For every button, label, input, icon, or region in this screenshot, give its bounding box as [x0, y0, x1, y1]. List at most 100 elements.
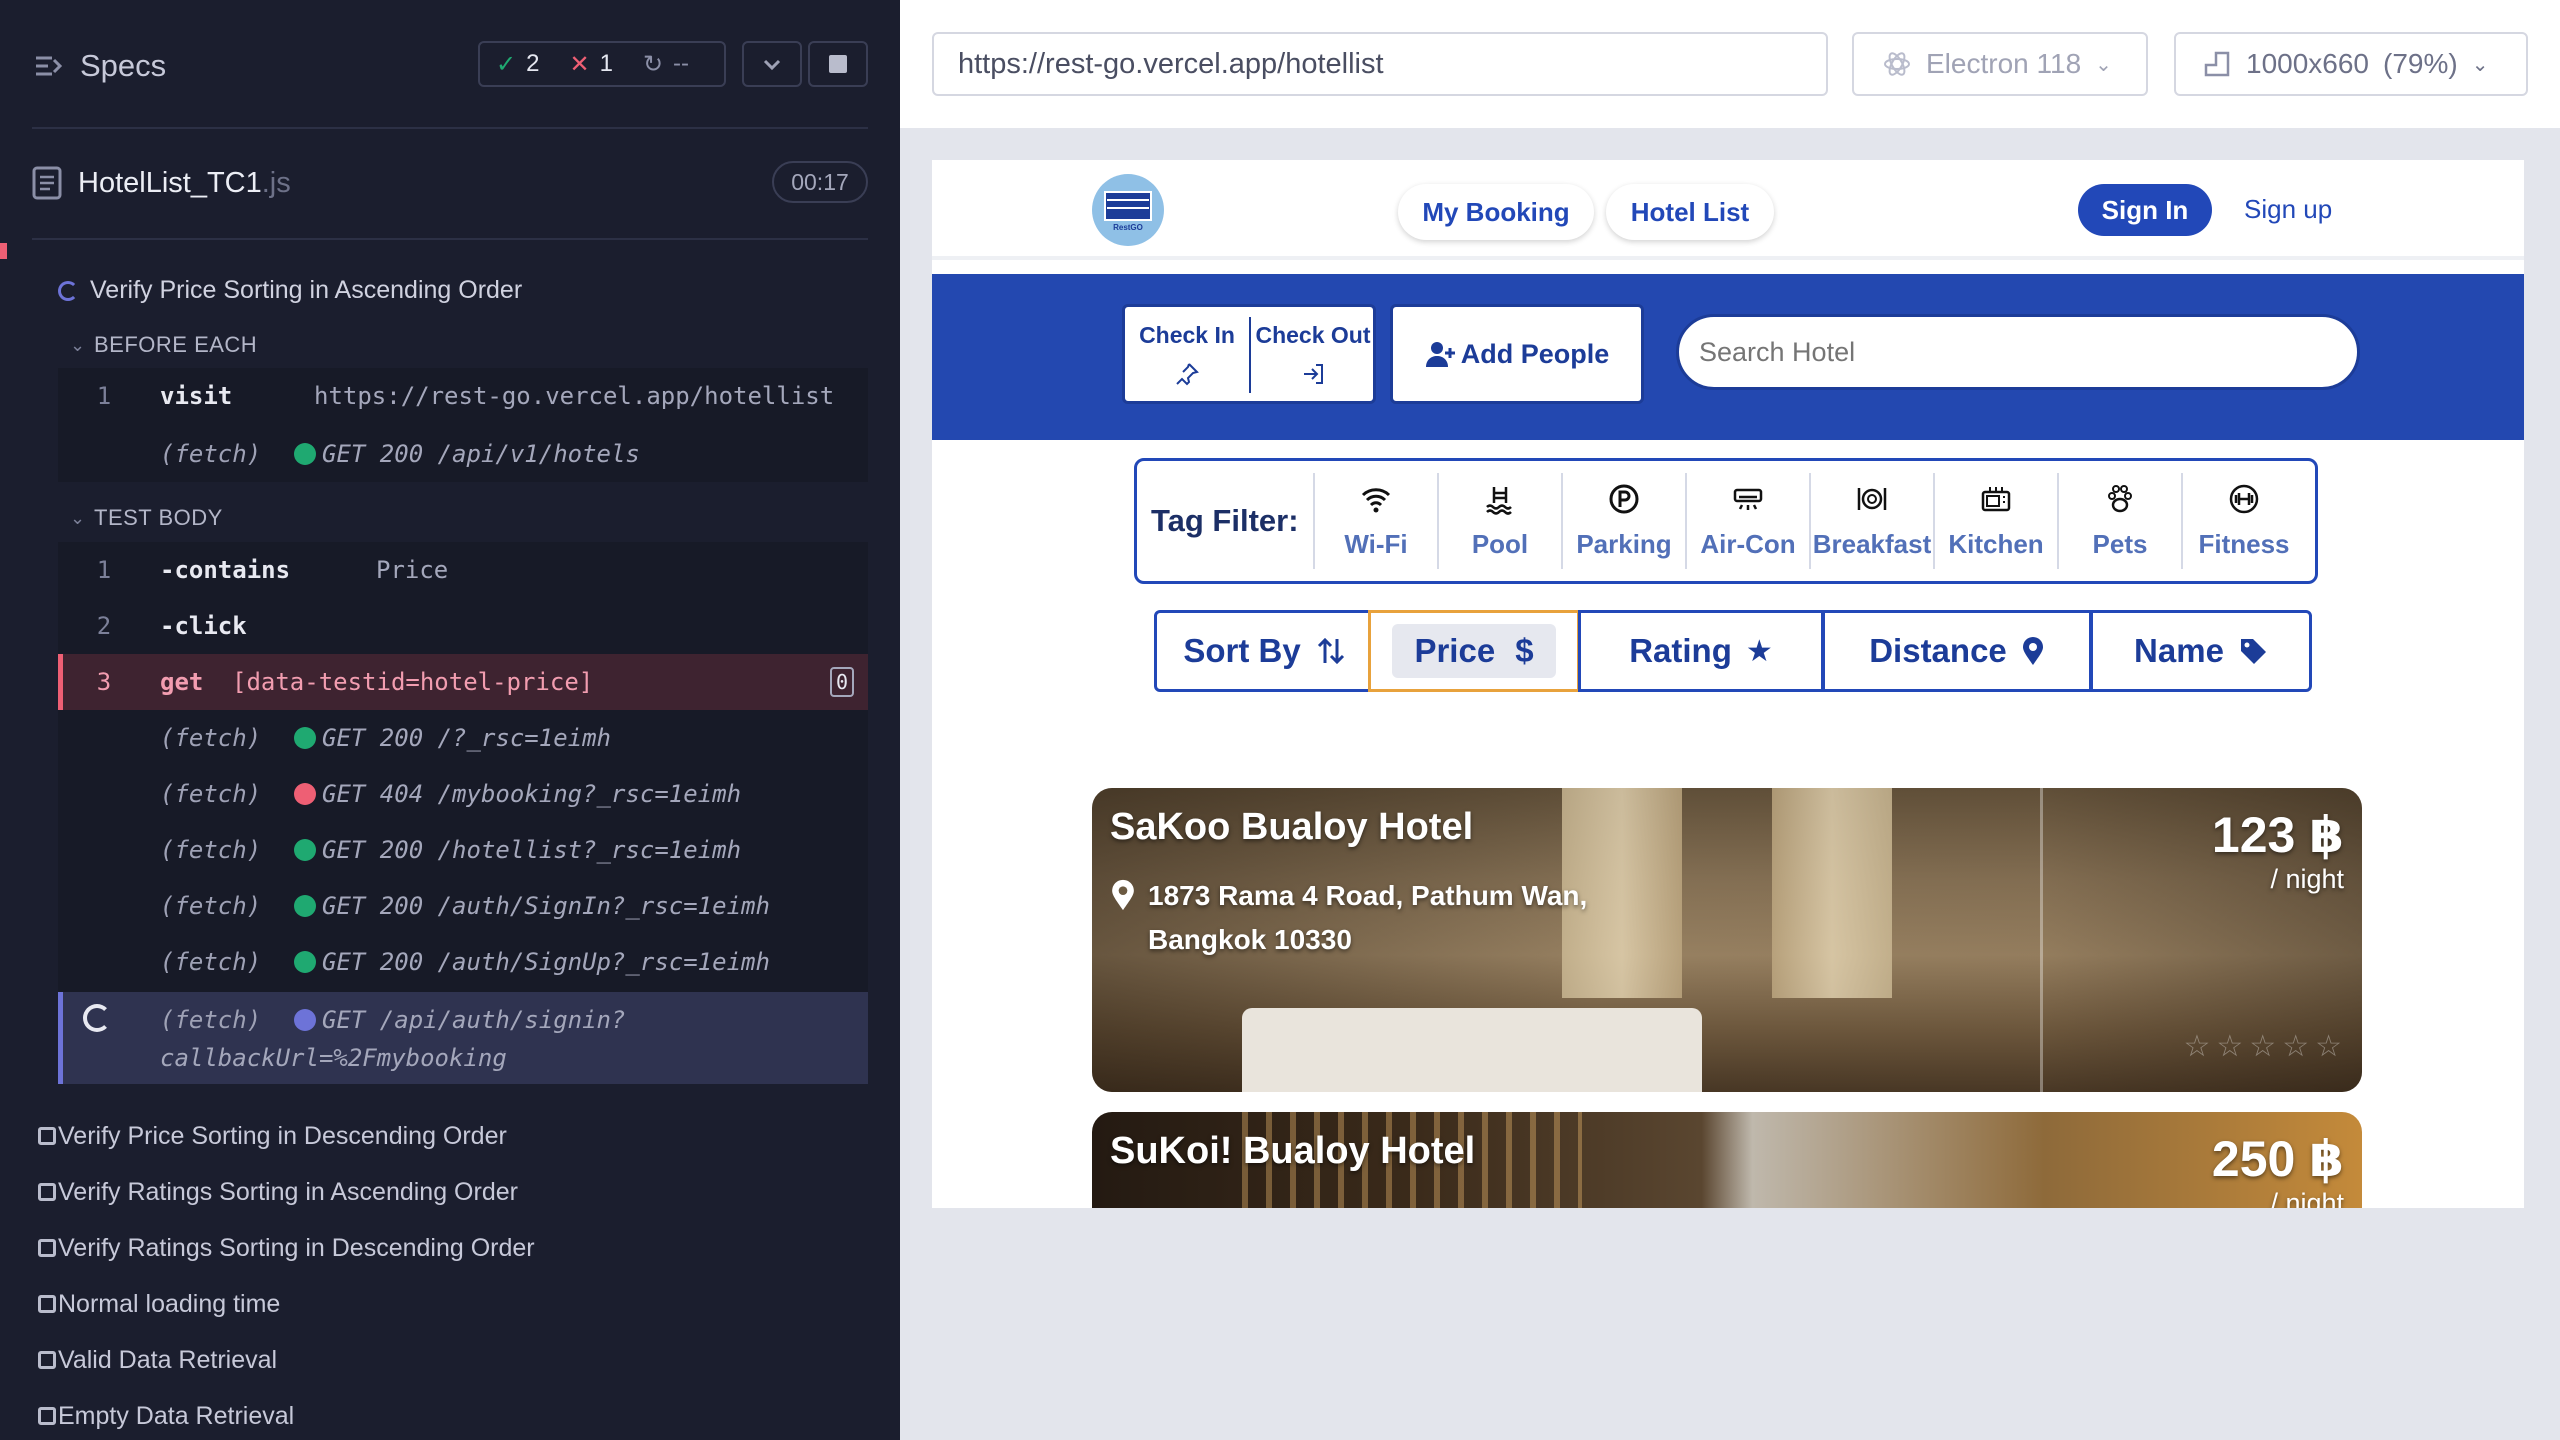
viewport-info[interactable]: 1000x660 (79%) ⌄ — [2174, 32, 2528, 96]
specs-header[interactable]: Specs — [32, 44, 166, 88]
command-row[interactable]: (fetch) GET 200 /auth/SignIn?_rsc=1eimh — [58, 878, 868, 934]
test-title: Empty Data Retrieval — [58, 1401, 295, 1430]
rating-stars: ☆ ☆ ☆ ☆ ☆ — [2183, 1029, 2342, 1064]
hotel-list-link[interactable]: Hotel List — [1606, 184, 1774, 240]
sort-distance-button[interactable]: Distance — [1822, 610, 2092, 692]
cmd-number: 3 — [96, 668, 112, 696]
command-row[interactable]: 1 visit https://rest-go.vercel.app/hotel… — [58, 368, 868, 424]
spec-file-name: HotelList_TC1 — [78, 166, 262, 199]
chevron-down-icon: ⌄ — [70, 334, 86, 355]
tag-label: Fitness — [2198, 528, 2290, 559]
tag-pool[interactable]: Pool — [1437, 473, 1561, 569]
sort-arrows-icon — [1317, 637, 1344, 665]
sort-price-button[interactable]: Price $ — [1368, 610, 1580, 692]
sort-option-label: Rating — [1629, 632, 1732, 669]
command-row[interactable]: (fetch) GET 200 /?_rsc=1eimh — [58, 710, 868, 766]
tag-label: Pets — [2092, 528, 2148, 559]
document-icon — [32, 166, 62, 200]
chevron-down-icon: ⌄ — [2471, 53, 2489, 76]
active-command-row[interactable]: (fetch) GET /api/auth/signin? callbackUr… — [58, 992, 868, 1084]
command-row[interactable]: (fetch) GET 200 /api/v1/hotels — [58, 426, 868, 482]
fail-x-icon: ✕ — [569, 50, 590, 78]
sign-in-button[interactable]: Sign In — [2078, 184, 2212, 236]
cmd-name: visit — [160, 382, 233, 410]
hotel-card[interactable]: SaKoo Bualoy Hotel 1873 Rama 4 Road, Pat… — [1092, 788, 2362, 1092]
duration-timer: 00:17 — [772, 161, 868, 203]
cmd-message: GET 404 /mybooking?_rsc=1eimh — [322, 780, 742, 808]
tag-breakfast[interactable]: Breakfast — [1809, 473, 1933, 569]
check-in-button[interactable]: Check In — [1125, 307, 1249, 401]
hotel-card[interactable]: SuKoi! Bualoy Hotel 250 ฿ / night — [1092, 1112, 2362, 1208]
sort-name-button[interactable]: Name — [2090, 610, 2312, 692]
command-row[interactable]: (fetch) GET 200 /hotellist?_rsc=1eimh — [58, 822, 868, 878]
status-dot-icon — [294, 727, 316, 749]
command-row[interactable]: (fetch) GET 404 /mybooking?_rsc=1eimh — [58, 766, 868, 822]
spec-file-title: HotelList_TC1.js — [32, 158, 291, 208]
tag-parking[interactable]: Parking — [1561, 473, 1685, 569]
add-people-button[interactable]: Add People — [1390, 304, 1644, 404]
app-preview-panel: https://rest-go.vercel.app/hotellist Ele… — [900, 0, 2560, 1440]
sort-option-label: Name — [2134, 632, 2224, 669]
cmd-message: https://rest-go.vercel.app/hotellist — [314, 382, 835, 410]
aircon-icon — [1733, 488, 1763, 510]
pending-test-item[interactable]: Normal loading time — [38, 1286, 280, 1322]
tag-pets[interactable]: Pets — [2057, 473, 2181, 569]
tag-fitness[interactable]: Fitness — [2181, 473, 2305, 569]
cmd-number: 1 — [96, 382, 112, 410]
pending-test-item[interactable]: Verify Ratings Sorting in Ascending Orde… — [38, 1174, 518, 1210]
command-row[interactable]: (fetch) GET 200 /auth/SignUp?_rsc=1eimh — [58, 934, 868, 990]
viewport-size: 1000x660 — [2246, 48, 2370, 79]
browser-selector[interactable]: Electron 118 ⌄ — [1852, 32, 2148, 96]
my-booking-link[interactable]: My Booking — [1398, 184, 1594, 240]
restgo-logo[interactable]: RestGO — [1092, 174, 1164, 246]
price-chip: Price $ — [1392, 624, 1556, 678]
sign-up-link[interactable]: Sign up — [2244, 194, 2332, 225]
pending-test-item[interactable]: Verify Ratings Sorting in Descending Ord… — [38, 1230, 535, 1266]
electron-icon — [1884, 52, 1910, 76]
check-out-button[interactable]: Check Out — [1251, 307, 1375, 401]
map-pin-icon — [1112, 879, 1134, 911]
spec-file-ext: .js — [261, 166, 291, 199]
tag-label: Breakfast — [1812, 528, 1932, 559]
cmd-name: (fetch) — [160, 440, 262, 468]
hotel-address: 1873 Rama 4 Road, Pathum Wan, Bangkok 10… — [1110, 874, 1587, 962]
photo-divider — [2040, 788, 2043, 1092]
tag-wifi[interactable]: Wi-Fi — [1313, 473, 1437, 569]
pending-square-icon — [38, 1183, 56, 1201]
before-each-section[interactable]: ⌄ BEFORE EACH — [70, 332, 257, 358]
search-hotel-input[interactable] — [1676, 314, 2360, 390]
command-row[interactable]: 2 -click — [58, 598, 868, 654]
star-icon: ★ — [1745, 634, 1773, 668]
test-body-section[interactable]: ⌄ TEST BODY — [70, 505, 223, 531]
chevron-down-icon: ⌄ — [2095, 53, 2112, 76]
failed-command-row[interactable]: 3 get [data-testid=hotel-price] 0 — [58, 654, 868, 710]
tag-aircon[interactable]: Air-Con — [1685, 473, 1809, 569]
dumbbell-icon — [2229, 484, 2259, 513]
cmd-name: -contains — [160, 556, 291, 584]
tag-label: Wi-Fi — [1344, 528, 1408, 559]
window-curtain — [1772, 788, 1892, 998]
test-title: Verify Ratings Sorting in Descending Ord… — [58, 1233, 535, 1262]
tag-filter-label: Tag Filter: — [1151, 503, 1299, 538]
command-row[interactable]: 1 -contains Price — [58, 542, 868, 598]
running-spinner-icon — [58, 281, 78, 301]
app-under-test: RestGO My Booking Hotel List Sign In Sig… — [932, 160, 2524, 1208]
tag-icon — [2240, 639, 2266, 664]
pending-test-item[interactable]: Empty Data Retrieval — [38, 1398, 295, 1434]
status-dot-icon — [294, 443, 316, 465]
browser-name: Electron 118 — [1926, 48, 2082, 79]
chevron-down-button[interactable] — [742, 41, 802, 87]
pending-test-item[interactable]: Valid Data Retrieval — [38, 1342, 277, 1378]
current-test-title[interactable]: Verify Price Sorting in Ascending Order — [90, 272, 522, 308]
pending-test-item[interactable]: Verify Price Sorting in Descending Order — [38, 1118, 507, 1154]
status-dot-icon — [294, 839, 316, 861]
passed-count: 2 — [526, 50, 540, 77]
stop-button[interactable] — [808, 41, 868, 87]
url-bar[interactable]: https://rest-go.vercel.app/hotellist — [932, 32, 1828, 96]
sort-rating-button[interactable]: Rating ★ — [1578, 610, 1824, 692]
cmd-name: (fetch) — [160, 836, 262, 864]
sort-by-toggle[interactable]: Sort By — [1154, 610, 1376, 692]
tag-label: Kitchen — [1948, 528, 2044, 559]
tag-kitchen[interactable]: Kitchen — [1933, 473, 2057, 569]
pending-square-icon — [38, 1351, 56, 1369]
